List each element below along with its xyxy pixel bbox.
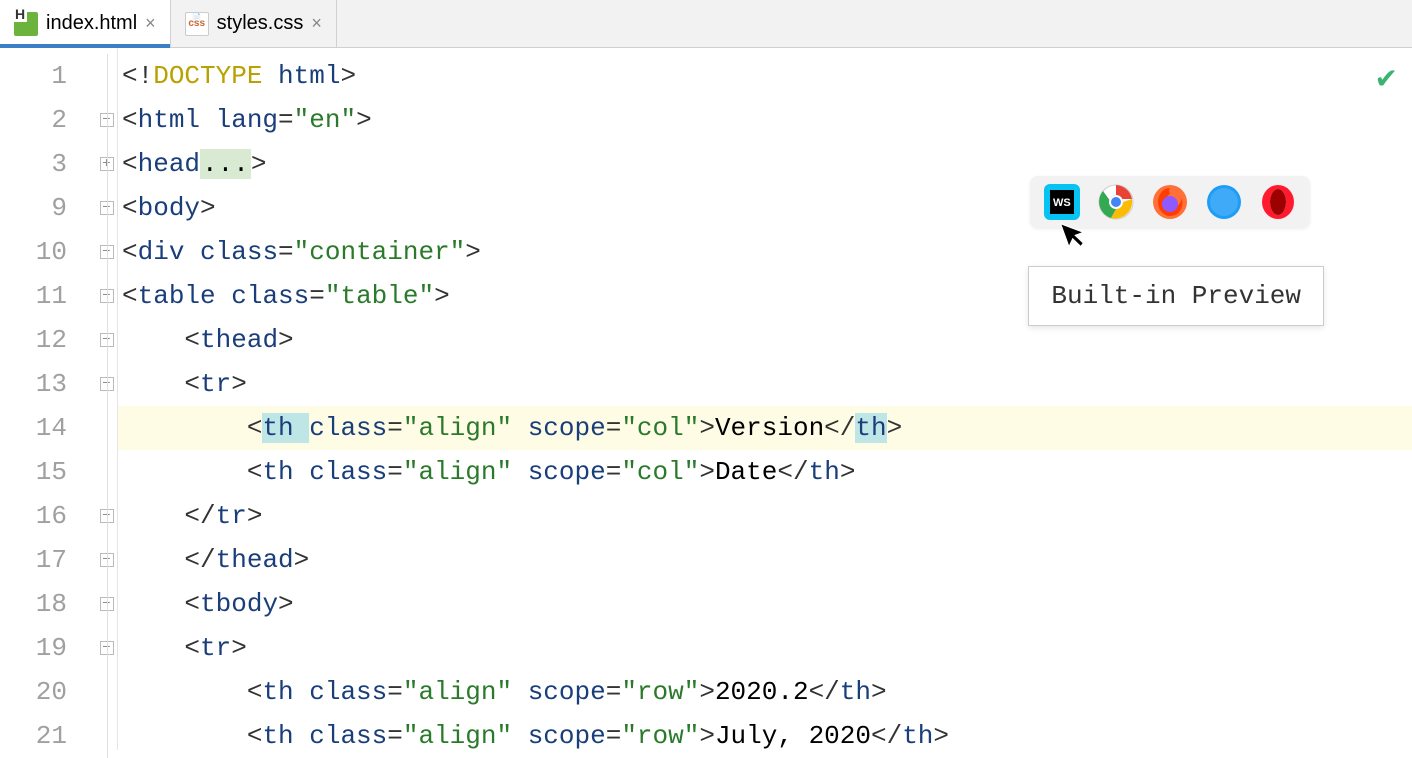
fold-cell [96, 406, 117, 450]
close-icon[interactable]: × [145, 13, 156, 34]
fold-gutter: −+−−−−−−−−− [96, 48, 118, 750]
line-number: 2 [0, 98, 67, 142]
tab-label: index.html [46, 12, 137, 35]
line-number: 21 [0, 714, 67, 758]
code-line[interactable]: <tr> [118, 362, 1412, 406]
tab-styles-css[interactable]: 📄css styles.css × [171, 0, 337, 47]
fold-cell[interactable]: − [96, 186, 117, 230]
webstorm-icon[interactable]: WS [1044, 184, 1080, 220]
line-number: 9 [0, 186, 67, 230]
fold-cell[interactable]: − [96, 626, 117, 670]
code-line[interactable]: <tr> [118, 626, 1412, 670]
code-line[interactable]: <tbody> [118, 582, 1412, 626]
browser-preview-bar: WS [1030, 176, 1310, 228]
checkmark-icon[interactable]: ✔ [1375, 62, 1398, 97]
line-number: 19 [0, 626, 67, 670]
code-line[interactable]: </tr> [118, 494, 1412, 538]
line-number: 18 [0, 582, 67, 626]
fold-cell[interactable]: − [96, 318, 117, 362]
css-file-icon: 📄css [185, 12, 209, 36]
tab-index-html[interactable]: index.html × [0, 0, 171, 47]
code-line[interactable]: <th class="align" scope="row">July, 2020… [118, 714, 1412, 758]
code-line[interactable]: <!DOCTYPE html> [118, 54, 1412, 98]
fold-cell [96, 714, 117, 758]
tab-label: styles.css [217, 12, 304, 35]
fold-cell[interactable]: − [96, 494, 117, 538]
line-number: 10 [0, 230, 67, 274]
line-number: 16 [0, 494, 67, 538]
html-file-icon [14, 12, 38, 36]
code-line[interactable]: <th class="align" scope="col">Version</t… [118, 406, 1412, 450]
line-number: 12 [0, 318, 67, 362]
fold-cell[interactable]: − [96, 230, 117, 274]
safari-icon[interactable] [1206, 184, 1242, 220]
code-line[interactable]: </thead> [118, 538, 1412, 582]
fold-cell[interactable]: + [96, 142, 117, 186]
close-icon[interactable]: × [311, 13, 322, 34]
fold-cell [96, 54, 117, 98]
line-number: 3 [0, 142, 67, 186]
fold-cell [96, 450, 117, 494]
opera-icon[interactable] [1260, 184, 1296, 220]
editor-tabs: index.html × 📄css styles.css × [0, 0, 1412, 48]
fold-cell [96, 670, 117, 714]
fold-cell[interactable]: − [96, 274, 117, 318]
tooltip: Built-in Preview [1028, 266, 1324, 326]
code-line[interactable]: <th class="align" scope="row">2020.2</th… [118, 670, 1412, 714]
line-number: 11 [0, 274, 67, 318]
line-number: 20 [0, 670, 67, 714]
line-number: 13 [0, 362, 67, 406]
chrome-icon[interactable] [1098, 184, 1134, 220]
line-number: 17 [0, 538, 67, 582]
code-area[interactable]: <!DOCTYPE html><html lang="en"><head...>… [118, 48, 1412, 750]
line-number: 15 [0, 450, 67, 494]
fold-cell[interactable]: − [96, 98, 117, 142]
firefox-icon[interactable] [1152, 184, 1188, 220]
line-number: 14 [0, 406, 67, 450]
fold-cell[interactable]: − [96, 582, 117, 626]
svg-text:WS: WS [1053, 197, 1071, 209]
editor-area: 1239101112131415161718192021 −+−−−−−−−−−… [0, 48, 1412, 750]
line-number-gutter: 1239101112131415161718192021 [0, 48, 96, 750]
code-line[interactable]: <html lang="en"> [118, 98, 1412, 142]
fold-cell[interactable]: − [96, 362, 117, 406]
fold-cell[interactable]: − [96, 538, 117, 582]
line-number: 1 [0, 54, 67, 98]
code-line[interactable]: <th class="align" scope="col">Date</th> [118, 450, 1412, 494]
folded-region[interactable]: ... [200, 149, 251, 179]
